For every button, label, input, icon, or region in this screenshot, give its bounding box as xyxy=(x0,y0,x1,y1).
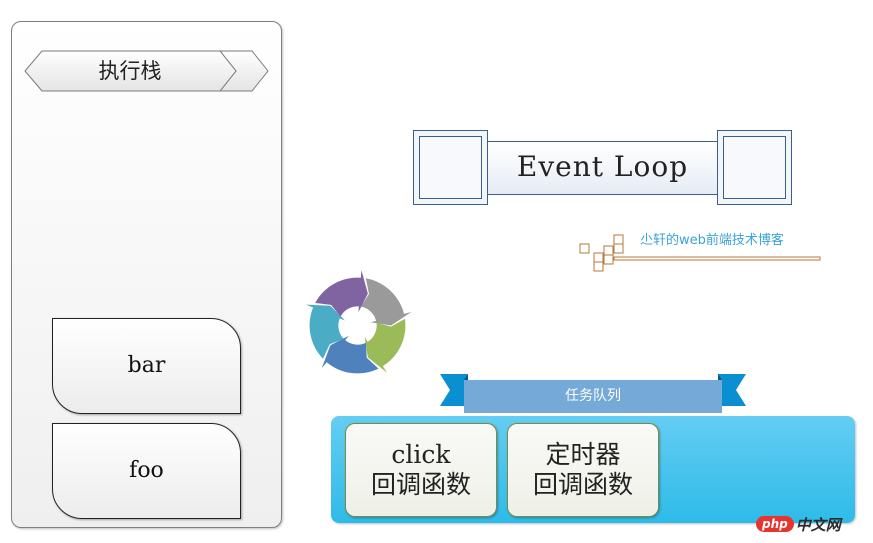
task-line1: click xyxy=(391,440,451,469)
task-line2: 回调函数 xyxy=(532,470,633,499)
event-loop-label: Event Loop xyxy=(516,150,689,183)
stack-frame-foo: foo xyxy=(52,423,241,519)
event-loop-left-square xyxy=(413,130,488,205)
watermark-brand: php xyxy=(756,516,794,532)
task-line2: 回调函数 xyxy=(370,470,471,499)
blog-caption: 尐轩的web前端技术博客 xyxy=(640,233,784,248)
task-line1: 定时器 xyxy=(545,440,621,469)
stack-title: 执行栈 xyxy=(98,59,162,83)
task-click-callback: click 回调函数 xyxy=(345,423,497,517)
cycle-arrows-icon xyxy=(305,270,412,374)
watermark-suffix: 中文网 xyxy=(795,515,841,534)
queue-title: 任务队列 xyxy=(565,388,621,404)
task-timer-callback: 定时器 回调函数 xyxy=(507,423,659,517)
cycle-arrow-segment xyxy=(360,278,412,326)
watermark: php 中文网 xyxy=(756,512,841,536)
event-loop-right-square xyxy=(717,130,792,205)
stack-frame-bar: bar xyxy=(52,318,241,414)
